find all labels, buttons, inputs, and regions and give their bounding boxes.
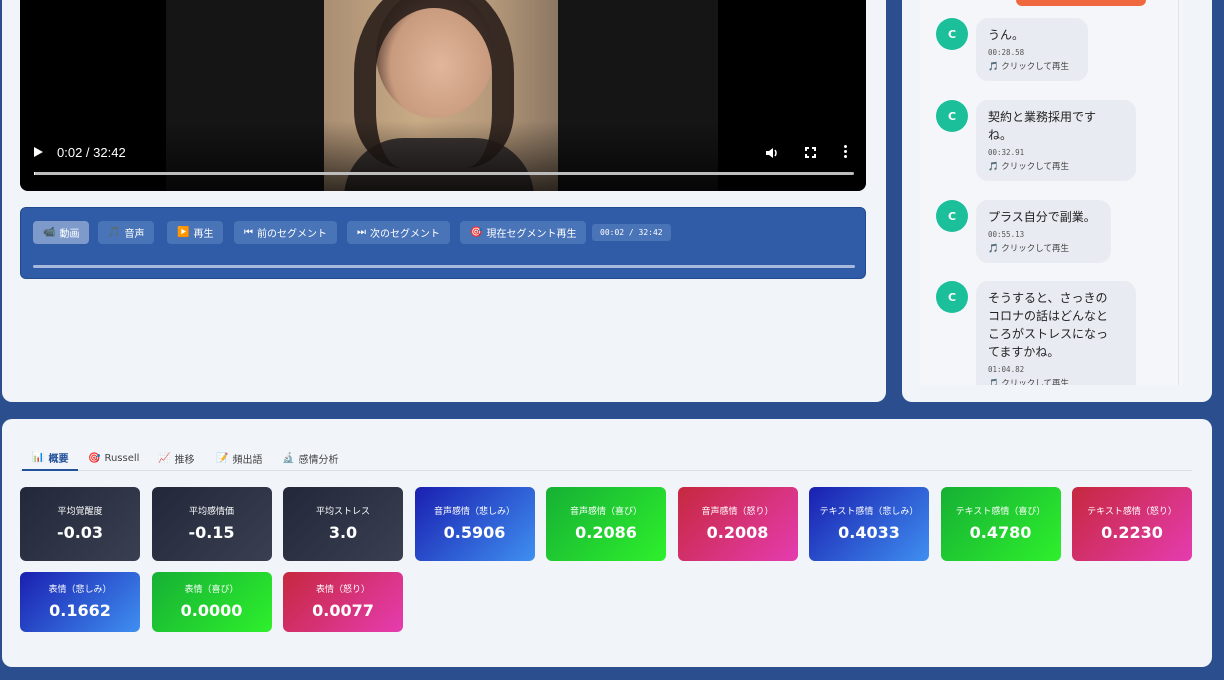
stats-tabs: 📊 概要 🎯 Russell 📈 推移 📝 頻出語 🔬 感情分析 xyxy=(20,441,1192,471)
stat-card: 表情（悲しみ） 0.1662 xyxy=(20,572,140,632)
stat-card-label: 表情（悲しみ） xyxy=(48,585,112,595)
bar-chart-icon: 📊 xyxy=(32,451,45,463)
stats-panel: 📊 概要 🎯 Russell 📈 推移 📝 頻出語 🔬 感情分析 平均覚醒度 -0… xyxy=(2,419,1212,667)
player-controls: 📹 動画 🎵 音声 ▶️ 再生 ⏮ 前のセグメント ⏭ 次のセグメント 🎯 現在… xyxy=(20,207,866,279)
previous-segment-button[interactable]: ⏮ 前のセグメント xyxy=(234,221,337,244)
play-icon: ▶️ xyxy=(177,227,190,238)
message-timestamp: 00:28.58 xyxy=(988,48,1025,57)
play-button[interactable]: ▶️ 再生 xyxy=(167,221,224,244)
message-bubble[interactable]: そうすると、さっきの コロナの話はどんなと ころがストレスになっ てますかね。 … xyxy=(976,281,1136,385)
message-bubble[interactable]: うん。 00:28.58 🎵 クリックして再生 xyxy=(976,18,1088,81)
stat-card-label: テキスト感情（喜び） xyxy=(955,507,1046,517)
stat-card-label: 平均覚醒度 xyxy=(57,507,103,517)
target-icon: 🎯 xyxy=(88,452,101,464)
video-mode-button[interactable]: 📹 動画 xyxy=(33,221,90,244)
audio-mode-button[interactable]: 🎵 音声 xyxy=(98,221,155,244)
stat-card-label: 音声感情（悲しみ） xyxy=(433,507,515,517)
stat-card: テキスト感情（悲しみ） 0.4033 xyxy=(809,487,929,561)
avatar: C xyxy=(936,100,968,132)
stat-card-label: 表情（怒り） xyxy=(315,585,370,595)
message-text: うん。 xyxy=(988,28,1025,42)
stat-card-label: テキスト感情（悲しみ） xyxy=(819,507,919,517)
message-text: そうすると、さっきの コロナの話はどんなと ころがストレスになっ てますかね。 xyxy=(988,291,1109,359)
message-text: 契約と業務採用です ね。 xyxy=(988,110,1097,142)
stat-card-value: 0.0077 xyxy=(312,601,374,620)
stat-card: テキスト感情（喜び） 0.4780 xyxy=(940,487,1061,561)
segment-progress-bar[interactable] xyxy=(33,265,855,268)
transcript-panel: C うん。 00:28.58 🎵 クリックして再生 C 契約と業務採用です ね。… xyxy=(902,0,1212,402)
tab-overview[interactable]: 📊 概要 xyxy=(22,445,79,471)
target-icon: 🎯 xyxy=(470,227,483,238)
fullscreen-icon[interactable] xyxy=(804,146,817,159)
tab-emotion-analysis[interactable]: 🔬 感情分析 xyxy=(272,445,348,471)
video-time-label: 0:02 / 32:42 xyxy=(57,145,126,160)
next-icon: ⏭ xyxy=(357,227,366,238)
stat-card-label: 音声感情（喜び） xyxy=(569,507,642,517)
avatar: C xyxy=(936,18,968,50)
video-panel: 0:02 / 32:42 📹 動画 🎵 音声 ▶️ 再生 ⏮ 前のセグメント ⏭… xyxy=(2,0,886,402)
more-options-icon[interactable] xyxy=(844,145,848,159)
play-icon[interactable] xyxy=(34,147,43,157)
stat-card-value: 0.1662 xyxy=(49,601,111,620)
stat-card-label: 平均ストレス xyxy=(315,507,370,517)
scrollbar[interactable] xyxy=(1178,0,1179,385)
stat-card: 平均覚醒度 -0.03 xyxy=(20,487,140,561)
music-note-icon: 🎵 xyxy=(108,227,121,238)
message-bubble[interactable]: 契約と業務採用です ね。 00:32.91 🎵 クリックして再生 xyxy=(976,100,1136,181)
stat-card-label: 音声感情（怒り） xyxy=(701,507,774,517)
stat-card: 平均感情価 -0.15 xyxy=(151,487,272,561)
stat-card-value: 0.5906 xyxy=(443,523,506,542)
stat-card-label: 平均感情価 xyxy=(188,507,234,517)
tab-russell[interactable]: 🎯 Russell xyxy=(78,445,149,471)
avatar: C xyxy=(936,281,968,313)
replay-link[interactable]: 🎵 クリックして再生 xyxy=(988,378,1124,385)
stat-card: 音声感情（怒り） 0.2008 xyxy=(677,487,798,561)
replay-link[interactable]: 🎵 クリックして再生 xyxy=(988,61,1076,73)
video-player[interactable]: 0:02 / 32:42 xyxy=(20,0,866,191)
stat-card-value: -0.03 xyxy=(56,523,104,542)
tab-trend[interactable]: 📈 推移 xyxy=(148,445,204,471)
stat-card-value: 0.4033 xyxy=(838,523,900,542)
stat-card-label: テキスト感情（怒り） xyxy=(1087,507,1177,517)
avatar: C xyxy=(936,200,968,232)
message-timestamp: 00:32.91 xyxy=(988,148,1025,157)
stat-card-value: -0.15 xyxy=(188,523,235,542)
message-bubble[interactable]: プラス自分で副業。 00:55.13 🎵 クリックして再生 xyxy=(976,200,1111,263)
volume-icon[interactable] xyxy=(765,146,779,160)
previous-icon: ⏮ xyxy=(244,227,253,238)
play-current-segment-button[interactable]: 🎯 現在セグメント再生 xyxy=(460,221,587,244)
video-camera-icon: 📹 xyxy=(43,227,56,238)
stat-card: 表情（怒り） 0.0077 xyxy=(283,572,403,632)
highlighted-message-bubble[interactable] xyxy=(1016,0,1146,6)
segment-time-display: 00:02 / 32:42 xyxy=(592,224,671,241)
memo-icon: 📝 xyxy=(216,452,229,464)
message-text: プラス自分で副業。 xyxy=(988,210,1096,224)
stat-card-value: 0.2008 xyxy=(706,523,769,542)
stat-card: 音声感情（悲しみ） 0.5906 xyxy=(414,487,535,561)
tab-frequent-words[interactable]: 📝 頻出語 xyxy=(206,445,272,471)
stat-card-value: 0.2230 xyxy=(1101,523,1163,542)
stat-card: テキスト感情（怒り） 0.2230 xyxy=(1072,487,1192,561)
microscope-icon: 🔬 xyxy=(282,452,295,464)
message-timestamp: 01:04.82 xyxy=(988,365,1025,374)
stat-card: 平均ストレス 3.0 xyxy=(283,487,403,561)
message-timestamp: 00:55.13 xyxy=(988,230,1025,239)
transcript-list[interactable]: C うん。 00:28.58 🎵 クリックして再生 C 契約と業務採用です ね。… xyxy=(920,0,1182,385)
stat-card: 表情（喜び） 0.0000 xyxy=(151,572,272,632)
replay-link[interactable]: 🎵 クリックして再生 xyxy=(988,243,1099,255)
stat-card-value: 3.0 xyxy=(328,523,358,542)
stat-card-label: 表情（喜び） xyxy=(184,585,239,595)
stat-card: 音声感情（喜び） 0.2086 xyxy=(546,487,666,561)
replay-link[interactable]: 🎵 クリックして再生 xyxy=(988,161,1124,173)
stat-card-value: 0.0000 xyxy=(180,601,243,620)
stat-card-value: 0.4780 xyxy=(969,523,1032,542)
stat-card-value: 0.2086 xyxy=(575,523,637,542)
video-progress-bar[interactable] xyxy=(34,172,854,175)
line-chart-icon: 📈 xyxy=(158,452,171,464)
next-segment-button[interactable]: ⏭ 次のセグメント xyxy=(347,221,450,244)
